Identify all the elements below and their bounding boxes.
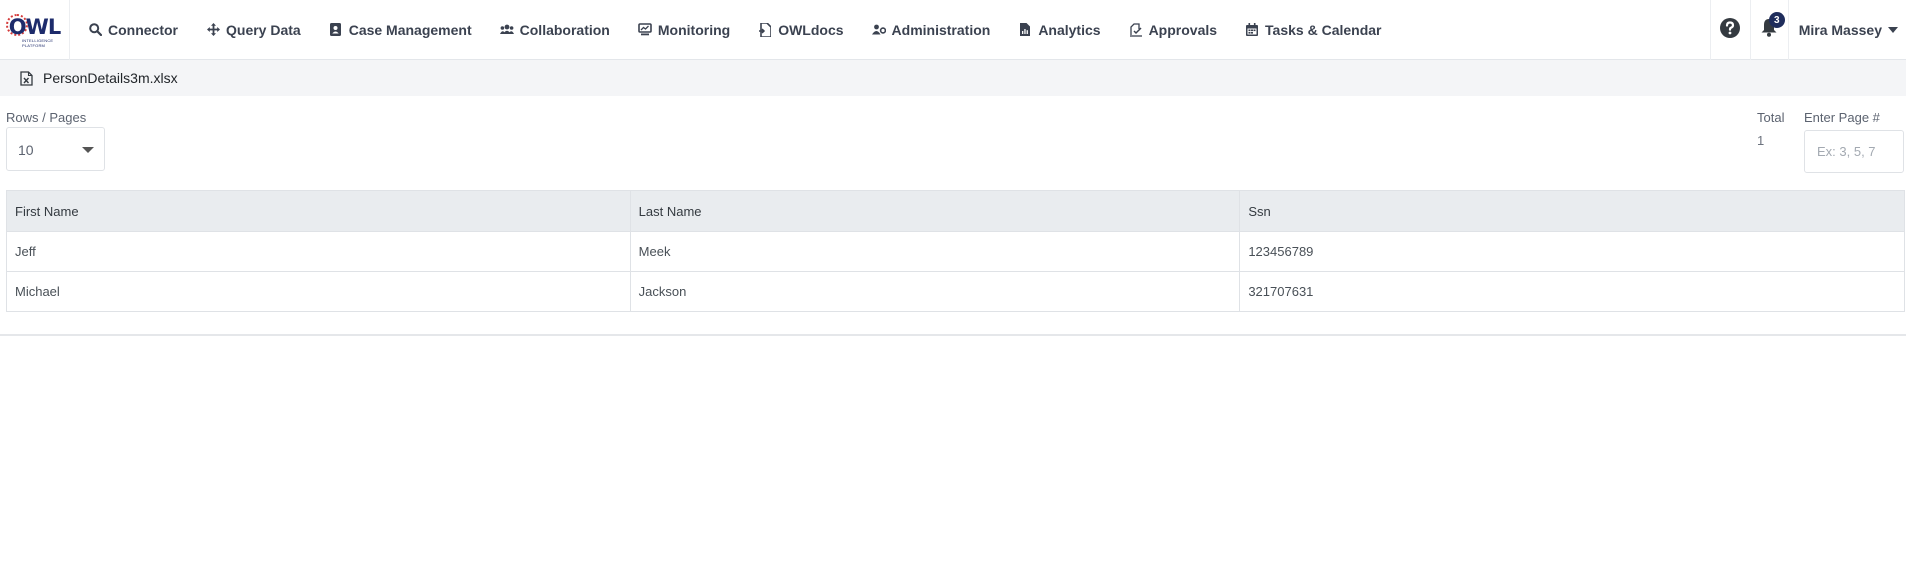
nav-item-owldocs[interactable]: OWLdocs xyxy=(744,0,857,60)
nav-item-tasks-calendar[interactable]: Tasks & Calendar xyxy=(1231,0,1395,60)
logo-subtitle: INTELLIGENCE PLATFORM xyxy=(22,37,54,48)
main-nav: Connector Query Data Case Management Col… xyxy=(74,0,1396,60)
nav-item-monitoring[interactable]: Monitoring xyxy=(624,0,744,60)
document-icon xyxy=(758,22,772,37)
notifications-button[interactable]: 3 xyxy=(1749,0,1788,60)
help-button[interactable] xyxy=(1709,0,1750,60)
column-header-last-name[interactable]: Last Name xyxy=(629,190,1241,232)
table-cell: 321707631 xyxy=(1239,271,1905,312)
table-header-row: First Name Last Name Ssn xyxy=(6,190,1905,232)
table-cell: 123456789 xyxy=(1239,231,1905,272)
nav-label: Monitoring xyxy=(657,21,731,38)
total-label: Total xyxy=(1757,110,1785,125)
nav-item-case-management[interactable]: Case Management xyxy=(315,0,486,60)
nav-label: Administration xyxy=(891,21,991,38)
approval-icon xyxy=(1129,22,1143,37)
owl-logo[interactable]: OWL INTELLIGENCE PLATFORM xyxy=(0,0,70,60)
table-cell: Meek xyxy=(629,231,1241,272)
nav-label: Approvals xyxy=(1148,21,1218,38)
file-chart-icon xyxy=(1018,23,1032,37)
monitor-icon xyxy=(638,23,652,37)
nav-label: Collaboration xyxy=(519,21,610,38)
nav-label: Case Management xyxy=(348,21,472,38)
table-row[interactable]: Michael Jackson 321707631 xyxy=(6,271,1905,312)
users-cog-icon xyxy=(871,23,886,37)
user-menu[interactable]: Mira Massey xyxy=(1787,0,1906,60)
dropdown-caret-icon xyxy=(82,147,94,153)
table-cell: Michael xyxy=(6,271,631,312)
column-header-ssn[interactable]: Ssn xyxy=(1239,190,1905,232)
nav-item-analytics[interactable]: Analytics xyxy=(1004,0,1114,60)
rows-per-page-label: Rows / Pages xyxy=(6,110,87,125)
excel-file-icon xyxy=(20,70,33,86)
search-icon xyxy=(88,23,102,37)
table-cell: Jeff xyxy=(6,231,631,272)
users-icon xyxy=(499,23,514,37)
file-name: PersonDetails3m.xlsx xyxy=(43,70,178,86)
header-actions: 3 Mira Massey xyxy=(1709,0,1906,60)
move-icon xyxy=(206,23,220,37)
nav-item-approvals[interactable]: Approvals xyxy=(1115,0,1231,60)
nav-label: Tasks & Calendar xyxy=(1265,21,1382,38)
logo-text: OWL xyxy=(8,14,61,39)
notification-count-badge: 3 xyxy=(1768,12,1785,28)
content-divider xyxy=(0,334,1906,336)
contact-book-icon xyxy=(329,23,343,37)
user-name: Mira Massey xyxy=(1798,22,1882,38)
nav-label: Analytics xyxy=(1038,21,1101,38)
nav-label: OWLdocs xyxy=(778,21,844,38)
enter-page-label: Enter Page # xyxy=(1804,110,1880,125)
rows-per-page-select[interactable]: 10 xyxy=(6,127,105,171)
caret-down-icon xyxy=(1888,27,1898,33)
nav-item-administration[interactable]: Administration xyxy=(858,0,1005,60)
nav-label: Connector xyxy=(108,21,178,38)
nav-item-query-data[interactable]: Query Data xyxy=(192,0,315,60)
rows-per-page-value: 10 xyxy=(18,142,34,158)
file-bar: PersonDetails3m.xlsx xyxy=(0,60,1906,96)
top-navbar: OWL INTELLIGENCE PLATFORM Connector Quer… xyxy=(0,0,1906,60)
column-header-first-name[interactable]: First Name xyxy=(6,190,631,232)
nav-label: Query Data xyxy=(226,21,301,38)
data-table: First Name Last Name Ssn Jeff Meek 12345… xyxy=(6,190,1905,312)
nav-item-collaboration[interactable]: Collaboration xyxy=(486,0,624,60)
table-row[interactable]: Jeff Meek 123456789 xyxy=(6,231,1905,272)
calendar-icon xyxy=(1245,23,1259,37)
table-cell: Jackson xyxy=(629,271,1241,312)
nav-item-connector[interactable]: Connector xyxy=(74,0,192,60)
total-value: 1 xyxy=(1757,133,1765,148)
page-number-input[interactable] xyxy=(1804,130,1904,173)
question-circle-icon xyxy=(1720,17,1741,43)
